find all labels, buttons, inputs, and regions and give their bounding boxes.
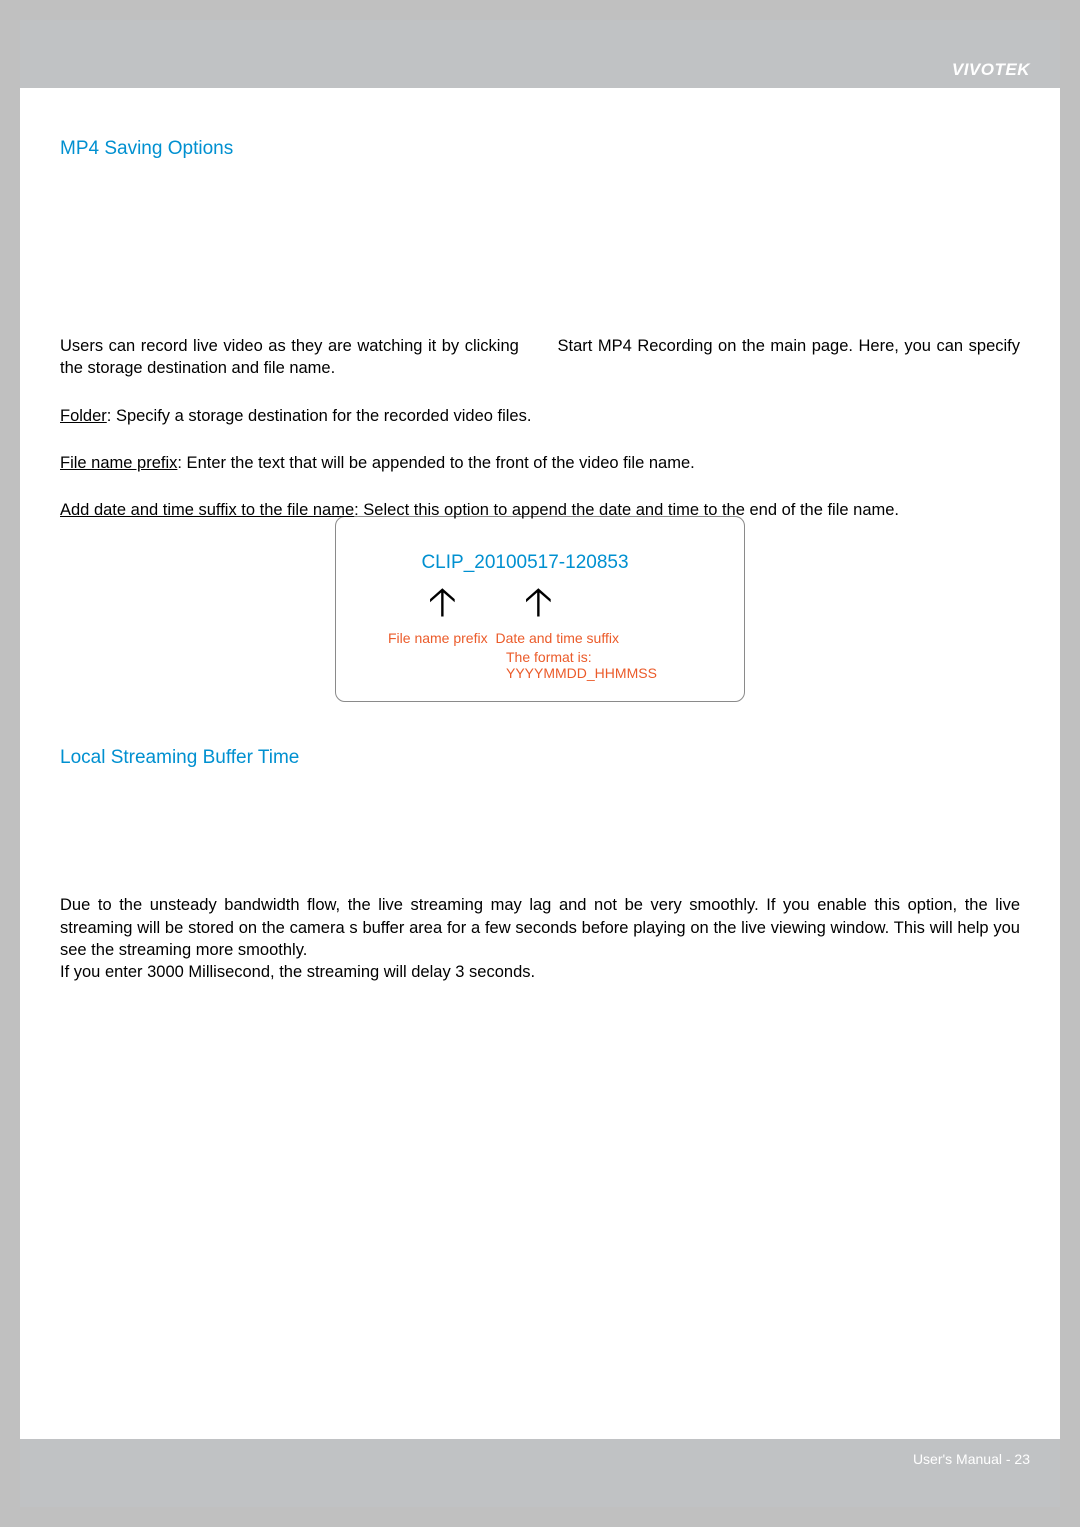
streaming-paragraph-2: If you enter 3000 Millisecond, the strea…: [60, 961, 1020, 983]
mp4-saving-heading: MP4 Saving Options: [60, 138, 1020, 160]
page-content: MP4 Saving Options Users can record live…: [20, 138, 1060, 983]
prefix-text: : Enter the text that will be appended t…: [177, 454, 694, 472]
filename-diagram: CLIP_20100517-120853 🡡 🡡 File name prefi…: [335, 516, 745, 702]
up-arrow-icon: 🡡: [428, 582, 457, 622]
suffix-paragraph: Add date and time suffix to the file nam…: [60, 499, 1020, 521]
label-format: The format is: YYYYMMDD_HHMMSS: [506, 649, 714, 681]
up-arrow-icon: 🡡: [524, 582, 553, 622]
prefix-label: File name prefix: [60, 454, 177, 472]
intro-paragraph: Users can record live video as they are …: [60, 335, 1020, 380]
example-filename: CLIP_20100517-120853: [336, 552, 714, 574]
local-streaming-heading: Local Streaming Buffer Time: [60, 747, 1020, 769]
label-date-time-suffix: Date and time suffix: [495, 630, 618, 646]
diagram-labels: File name prefix Date and time suffix Th…: [366, 630, 714, 681]
header-band: VIVOTEK: [20, 20, 1060, 88]
prefix-paragraph: File name prefix: Enter the text that wi…: [60, 452, 1020, 474]
footer-band: User's Manual - 23: [20, 1439, 1060, 1507]
intro-text-1: Users can record live video as they are …: [60, 337, 519, 355]
folder-label: Folder: [60, 407, 107, 425]
suffix-label: Add date and time suffix to the file nam…: [60, 501, 354, 519]
arrows-row: 🡡 🡡: [366, 582, 714, 627]
manual-page: VIVOTEK MP4 Saving Options Users can rec…: [20, 20, 1060, 1507]
streaming-paragraph-1: Due to the unsteady bandwidth flow, the …: [60, 894, 1020, 961]
page-number: User's Manual - 23: [913, 1451, 1030, 1467]
brand-logo: VIVOTEK: [952, 60, 1030, 80]
suffix-text: : Select this option to append the date …: [354, 501, 899, 519]
folder-paragraph: Folder: Specify a storage destination fo…: [60, 405, 1020, 427]
folder-text: : Specify a storage destination for the …: [107, 407, 532, 425]
label-file-name-prefix: File name prefix: [388, 630, 488, 646]
